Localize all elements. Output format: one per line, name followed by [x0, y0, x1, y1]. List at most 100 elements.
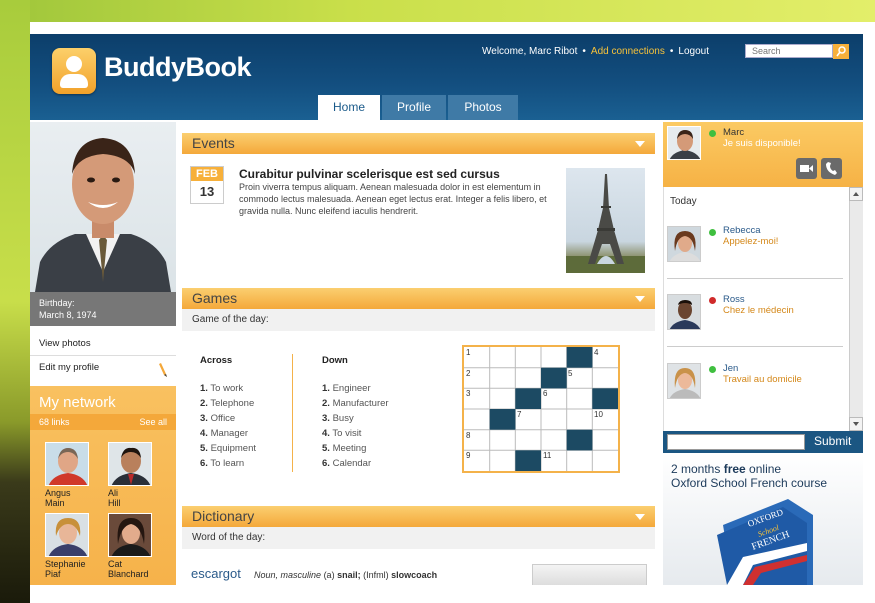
view-photos-link[interactable]: View photos [30, 332, 176, 356]
search-button[interactable] [833, 44, 849, 59]
avatar[interactable] [108, 513, 152, 557]
chevron-up-icon [853, 192, 859, 196]
chat-field[interactable] [667, 434, 805, 450]
divider [667, 278, 843, 279]
links-count: 68 links [39, 417, 70, 427]
friend-last-name: Hill [108, 498, 121, 508]
submit-button[interactable]: Submit [814, 434, 851, 448]
tab-profile[interactable]: Profile [382, 95, 446, 120]
birthday-panel: Birthday: March 8, 1974 [30, 292, 176, 326]
logo-icon[interactable] [52, 48, 96, 94]
online-status-icon [709, 366, 716, 373]
chat-column: Marc Je suis disponible! Today Rebecca A… [663, 122, 863, 585]
events-title: Events [192, 135, 235, 151]
event-date: FEB 13 [190, 166, 224, 204]
chevron-down-icon [853, 422, 859, 426]
dictionary-title: Dictionary [192, 508, 255, 524]
video-call-button[interactable] [796, 158, 817, 179]
event-title[interactable]: Curabitur pulvinar scelerisque est sed c… [239, 167, 500, 181]
friend-first-name: Cat [108, 559, 123, 569]
contact-item[interactable] [667, 294, 701, 330]
contact-item[interactable] [667, 363, 701, 399]
online-status-icon [709, 229, 716, 236]
pencil-icon[interactable] [158, 362, 170, 378]
phone-call-button[interactable] [821, 158, 842, 179]
clue-item: 6. Calendar [322, 458, 372, 469]
tab-home[interactable]: Home [318, 95, 380, 120]
tab-photos[interactable]: Photos [448, 95, 518, 120]
logout-link[interactable]: Logout [678, 46, 709, 57]
chat-scrollbar[interactable] [849, 187, 863, 431]
chat-input[interactable] [668, 435, 804, 449]
collapse-arrow-icon[interactable] [635, 514, 645, 520]
friend-first-name: Stephanie [45, 559, 86, 569]
clue-item: 4. To visit [322, 428, 362, 439]
clue-item: 6. To learn [200, 458, 245, 469]
friend-last-name: Main [45, 498, 65, 508]
crossword-grid[interactable]: 1 4 2 5 3 6 7 10 8 9 11 [462, 345, 620, 473]
avatar[interactable] [45, 513, 89, 557]
avatar[interactable] [667, 126, 701, 160]
my-status[interactable]: Je suis disponible! [723, 138, 801, 149]
avatar[interactable] [108, 442, 152, 486]
dictionary-header[interactable]: Dictionary [182, 506, 655, 527]
event-month: FEB [191, 167, 223, 181]
welcome-text: Welcome, Marc Ribot [482, 46, 578, 57]
search-input[interactable] [746, 45, 832, 57]
friend-first-name: Angus [45, 488, 71, 498]
across-clues: 1. To work 2. Telephone 3. Office 4. Man… [200, 381, 256, 471]
online-status-icon [709, 130, 716, 137]
games-header[interactable]: Games [182, 288, 655, 309]
book-image[interactable]: OXFORD School FRENCH [703, 495, 813, 585]
word-of-day[interactable]: escargot [191, 566, 241, 581]
contact-name[interactable]: Ross [723, 294, 745, 305]
collapse-arrow-icon[interactable] [635, 296, 645, 302]
phone-icon [826, 162, 837, 175]
avatar[interactable] [667, 363, 701, 399]
search-field[interactable] [745, 44, 833, 58]
clue-item: 3. Busy [322, 413, 354, 424]
profile-photo[interactable] [30, 122, 176, 292]
grid-number: 3 [466, 389, 471, 398]
main-content: Events FEB 13 Curabitur pulvinar sceleri… [182, 122, 655, 585]
scroll-down-button[interactable] [849, 417, 863, 431]
ad-text[interactable]: 2 months free online Oxford School Frenc… [671, 462, 827, 490]
background-left-band [0, 0, 30, 603]
friend-card[interactable]: Angus Main [45, 442, 93, 508]
clue-item: 5. Meeting [322, 443, 367, 454]
clue-item: 2. Telephone [200, 398, 255, 409]
friend-last-name: Blanchard [108, 569, 149, 579]
see-all-link[interactable]: See all [139, 414, 167, 430]
contact-item[interactable] [667, 226, 701, 262]
word-definition: Noun, masculine (a) snail; (Infml) slowc… [254, 570, 438, 580]
add-connections-link[interactable]: Add connections [591, 46, 665, 57]
clue-item: 5. Equipment [200, 443, 256, 454]
avatar[interactable] [667, 226, 701, 262]
avatar[interactable] [667, 294, 701, 330]
dictionary-image [532, 564, 647, 585]
contact-name[interactable]: Jen [723, 363, 738, 374]
friend-card[interactable]: Cat Blanchard [108, 513, 156, 579]
events-header[interactable]: Events [182, 133, 655, 154]
grid-number: 6 [543, 389, 548, 398]
logo-text[interactable]: BuddyBook [104, 52, 252, 83]
grid-number: 1 [466, 348, 471, 357]
avatar[interactable] [45, 442, 89, 486]
grid-number: 10 [594, 410, 603, 419]
advertisement[interactable]: 2 months free online Oxford School Frenc… [663, 453, 863, 585]
grid-number: 11 [543, 451, 552, 460]
contact-name[interactable]: Rebecca [723, 225, 761, 236]
friend-card[interactable]: Ali Hill [108, 442, 156, 508]
down-heading: Down [322, 355, 348, 366]
network-bar: 68 links See all [30, 414, 176, 430]
scroll-up-button[interactable] [849, 187, 863, 201]
left-column: Birthday: March 8, 1974 View photos Edit… [30, 122, 176, 585]
edit-profile-link[interactable]: Edit my profile [30, 356, 176, 380]
network-panel: My network 68 links See all Angus Main Al… [30, 386, 176, 585]
birthday-label: Birthday: [39, 298, 75, 308]
event-image[interactable] [566, 168, 645, 273]
top-links: Welcome, Marc Ribot • Add connections • Logo… [482, 46, 709, 57]
grid-number: 4 [594, 348, 599, 357]
friend-card[interactable]: Stephanie Piaf [45, 513, 93, 579]
collapse-arrow-icon[interactable] [635, 141, 645, 147]
